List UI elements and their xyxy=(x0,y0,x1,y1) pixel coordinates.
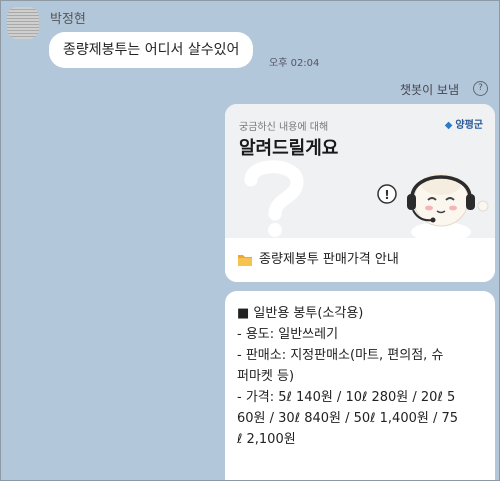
info-line: - 용도: 일반쓰레기 xyxy=(237,327,339,342)
message-text: 종량제봉투는 어디서 살수있어 xyxy=(63,42,240,58)
info-line: - 판매소: 지정판매소(마트, 편의점, 슈 xyxy=(237,348,444,363)
chat-window: 박정현 종량제봉투는 어디서 살수있어 오후 02:04 챗봇이 보냄 ? 궁금… xyxy=(0,0,500,481)
bot-sent-label: 챗봇이 보냄 xyxy=(399,83,459,97)
org-logo: ◆ 양평군 xyxy=(445,116,483,131)
bot-reply-card: 궁금하신 내용에 대해 알려드릴게요 ◆ 양평군 ! 종량제봉투 판매가격 안내 xyxy=(225,104,495,282)
info-line: - 가격: 5ℓ 140원 / 10ℓ 280원 / 20ℓ 5 xyxy=(237,390,456,405)
price-info-text: ■ 일반용 봉투(소각용) - 용도: 일반쓰레기 - 판매소: 지정판매소(마… xyxy=(237,303,489,450)
info-line: 퍼마켓 등) xyxy=(237,369,295,384)
help-icon[interactable]: ? xyxy=(473,81,488,96)
incoming-message-bubble[interactable]: 종량제봉투는 어디서 살수있어 xyxy=(49,32,254,68)
info-line: 60원 / 30ℓ 840원 / 50ℓ 1,400원 / 75 xyxy=(237,411,459,426)
card-subtitle: 궁금하신 내용에 대해 xyxy=(239,122,329,133)
org-name: 양평군 xyxy=(455,120,483,131)
sender-avatar[interactable] xyxy=(7,7,39,39)
price-guide-link-label: 종량제봉투 판매가격 안내 xyxy=(259,252,399,267)
question-mark-icon xyxy=(244,160,304,237)
price-guide-link[interactable]: 종량제봉투 판매가격 안내 xyxy=(225,238,495,282)
info-line: ℓ 2,100원 xyxy=(237,432,296,447)
message-timestamp: 오후 02:04 xyxy=(269,58,320,69)
mascot-illustration: ! xyxy=(377,173,489,238)
sender-name: 박정현 xyxy=(50,12,86,27)
org-emblem-icon: ◆ xyxy=(444,120,453,131)
info-line: ■ 일반용 봉투(소각용) xyxy=(237,306,364,321)
folder-icon xyxy=(238,255,252,266)
card-hero: 궁금하신 내용에 대해 알려드릴게요 ◆ 양평군 ! xyxy=(225,104,495,238)
svg-text:!: ! xyxy=(384,188,389,202)
price-info-bubble[interactable]: ■ 일반용 봉투(소각용) - 용도: 일반쓰레기 - 판매소: 지정판매소(마… xyxy=(225,291,495,480)
